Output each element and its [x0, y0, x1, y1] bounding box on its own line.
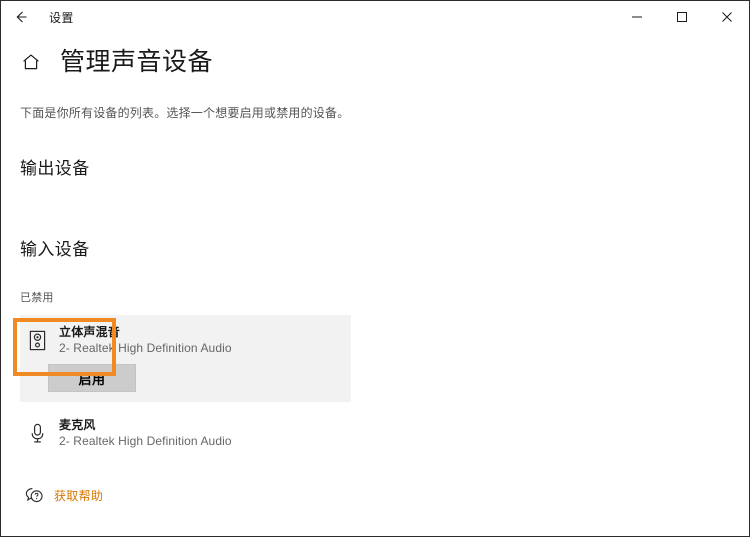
minimize-icon	[631, 11, 643, 23]
device-header: 立体声混音 2- Realtek High Definition Audio	[20, 325, 351, 356]
minimize-button[interactable]	[614, 1, 659, 33]
window-titlebar: 设置	[1, 1, 749, 33]
close-icon	[721, 11, 733, 23]
device-meta: 麦克风 2- Realtek High Definition Audio	[59, 418, 232, 449]
device-name: 麦克风	[59, 418, 96, 432]
maximize-icon	[676, 11, 688, 23]
enable-button[interactable]: 启用	[48, 364, 136, 392]
device-subtitle: 2- Realtek High Definition Audio	[59, 341, 232, 355]
get-help-link[interactable]: 获取帮助	[20, 484, 142, 506]
page-title: 管理声音设备	[60, 48, 214, 76]
device-name: 立体声混音	[59, 325, 121, 339]
settings-window: 设置 管理声音设备 下面是你所有设备的列表。选择一个想要启用或禁用的设备。 输出…	[0, 0, 750, 537]
output-devices-heading: 输出设备	[20, 159, 90, 178]
device-meta: 立体声混音 2- Realtek High Definition Audio	[59, 325, 232, 356]
close-button[interactable]	[704, 1, 749, 33]
device-list-item-microphone[interactable]: 麦克风 2- Realtek High Definition Audio	[20, 408, 351, 449]
disabled-group-label: 已禁用	[20, 292, 54, 304]
maximize-button[interactable]	[659, 1, 704, 33]
window-title: 设置	[49, 10, 74, 25]
page-content: 下面是你所有设备的列表。选择一个想要启用或禁用的设备。 输出设备 输入设备 已禁…	[1, 104, 749, 506]
speaker-icon	[24, 325, 50, 355]
back-arrow-icon	[13, 9, 29, 25]
microphone-icon	[24, 418, 50, 448]
back-button[interactable]	[1, 1, 41, 33]
get-help-label: 获取帮助	[54, 488, 104, 503]
window-controls	[614, 1, 749, 33]
page-header: 管理声音设备	[1, 47, 749, 77]
device-subtitle: 2- Realtek High Definition Audio	[59, 434, 232, 448]
input-devices-heading: 输入设备	[20, 240, 90, 259]
input-device-list: 立体声混音 2- Realtek High Definition Audio 启…	[20, 315, 749, 449]
help-chat-icon	[22, 484, 46, 506]
device-list-item-stereo-mix[interactable]: 立体声混音 2- Realtek High Definition Audio 启…	[20, 315, 351, 402]
device-header: 麦克风 2- Realtek High Definition Audio	[20, 418, 351, 449]
page-description: 下面是你所有设备的列表。选择一个想要启用或禁用的设备。	[20, 106, 350, 120]
home-icon[interactable]	[18, 49, 44, 75]
device-action-area: 启用	[20, 356, 351, 398]
